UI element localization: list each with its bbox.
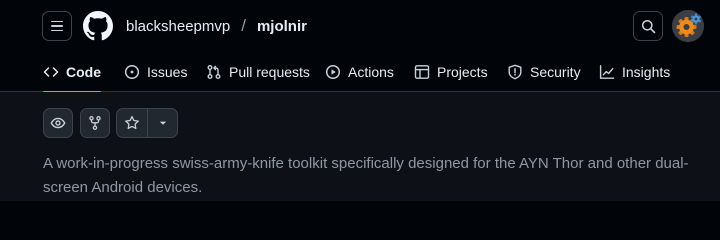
git-pull-request-icon — [207, 65, 221, 79]
tab-projects[interactable]: Projects — [414, 52, 488, 92]
repo-forked-icon — [89, 116, 101, 130]
table-icon — [414, 65, 430, 79]
tab-insights[interactable]: Insights — [599, 52, 670, 92]
tab-code[interactable]: Code — [43, 52, 101, 93]
tab-issues[interactable]: Issues — [124, 52, 187, 92]
tab-security[interactable]: Security — [507, 52, 581, 92]
breadcrumb: blacksheepmvp / mjolnir — [126, 15, 307, 37]
github-logo-icon[interactable] — [83, 11, 113, 41]
tab-actions[interactable]: Actions — [325, 52, 394, 92]
play-icon — [325, 64, 341, 80]
breadcrumb-owner-link[interactable]: blacksheepmvp — [126, 18, 230, 35]
shield-icon — [508, 64, 522, 80]
star-list-dropdown[interactable] — [147, 109, 177, 137]
tab-label: Projects — [437, 64, 488, 80]
tab-label: Insights — [622, 64, 671, 80]
menu-button[interactable] — [42, 11, 72, 41]
star-button-group — [116, 108, 178, 138]
tab-label: Pull requests — [229, 64, 310, 80]
search-button[interactable] — [633, 11, 663, 41]
global-header: blacksheepmvp / mjolnir — [0, 0, 720, 52]
repo-main: A work-in-progress swiss-army-knife tool… — [0, 92, 720, 201]
gear-avatar-icon — [672, 10, 704, 42]
tab-pull-requests[interactable]: Pull requests — [206, 52, 310, 92]
tab-label: Actions — [348, 64, 394, 80]
tab-label: Code — [66, 64, 101, 80]
breadcrumb-separator: / — [241, 16, 246, 35]
watch-button[interactable] — [43, 108, 73, 138]
tab-label: Issues — [147, 64, 188, 80]
breadcrumb-repo-link[interactable]: mjolnir — [257, 18, 307, 35]
issue-opened-icon — [124, 64, 140, 80]
repo-nav-tabs: Code Issues Pull requests Actions Projec… — [0, 52, 720, 93]
eye-icon — [50, 117, 66, 129]
code-icon — [43, 67, 59, 77]
fork-button[interactable] — [80, 108, 110, 138]
star-button[interactable] — [117, 109, 147, 137]
search-icon — [641, 19, 655, 33]
hamburger-icon — [51, 20, 63, 23]
tab-label: Security — [530, 64, 581, 80]
triangle-down-icon — [159, 121, 166, 125]
user-avatar[interactable] — [672, 10, 704, 42]
repo-description: A work-in-progress swiss-army-knife tool… — [43, 155, 689, 196]
graph-icon — [599, 65, 615, 79]
star-icon — [125, 115, 139, 130]
